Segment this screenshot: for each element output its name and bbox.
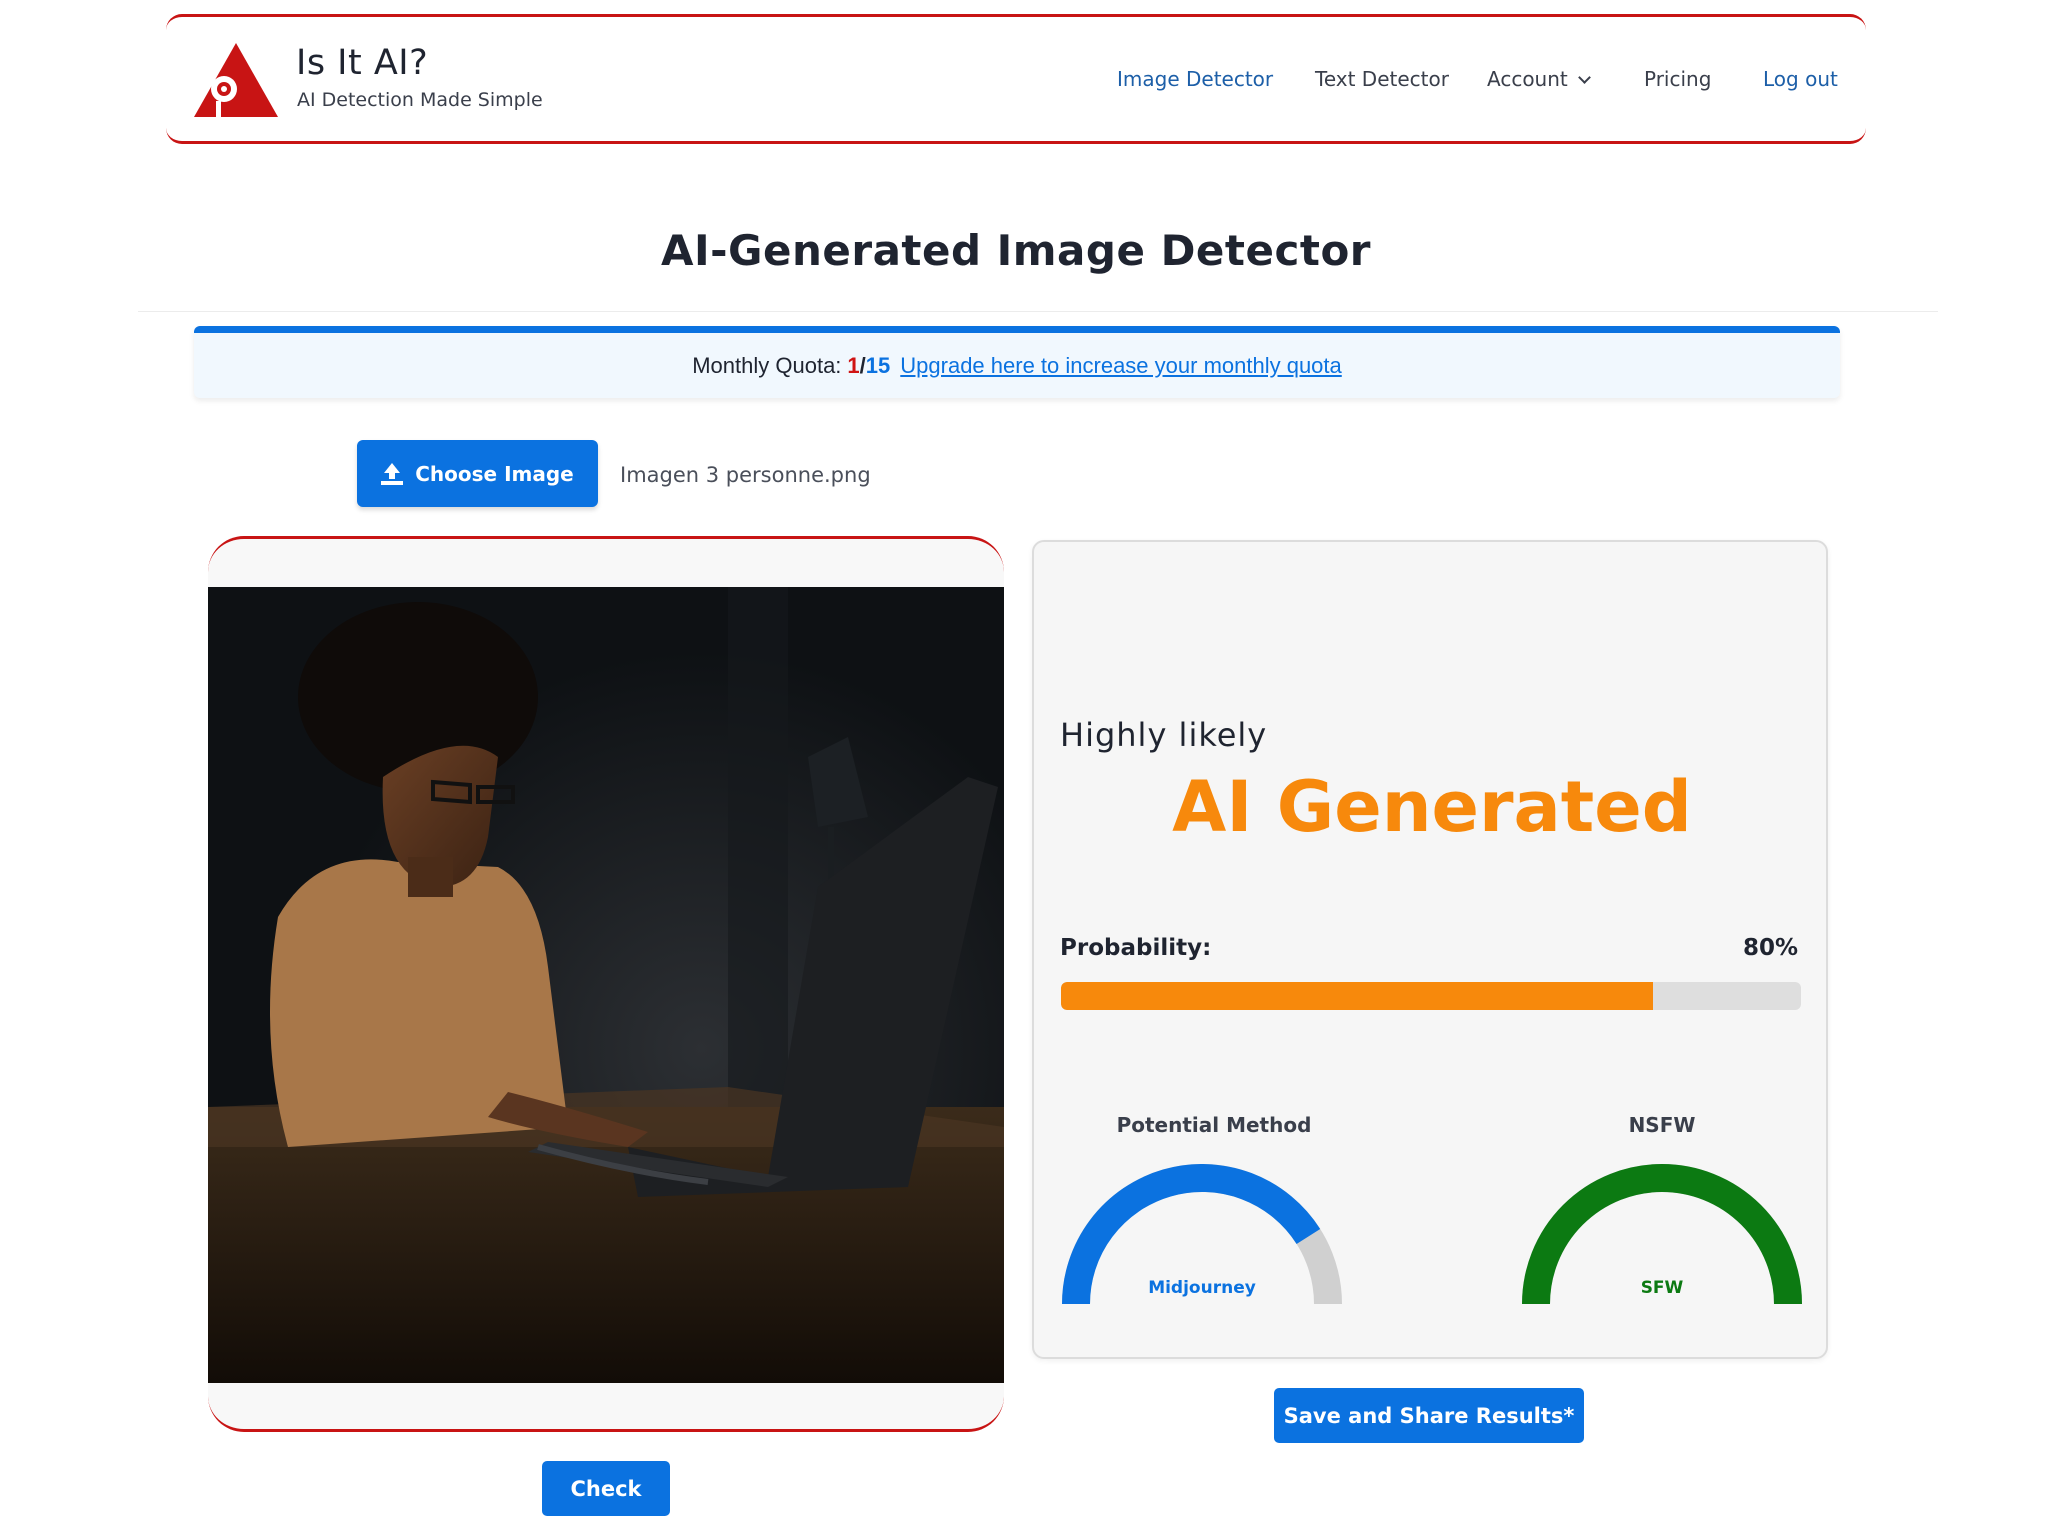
choose-image-label: Choose Image [415, 461, 574, 486]
divider [138, 311, 1938, 312]
method-gauge-value: Midjourney [1148, 1278, 1256, 1298]
nav-pricing[interactable]: Pricing [1644, 67, 1711, 91]
probability-value: 80% [1742, 935, 1798, 961]
quota-total: 15 [865, 352, 891, 378]
uploaded-image [208, 587, 1004, 1383]
quota-count: 1/15 [847, 353, 894, 379]
quota-label: Monthly Quota: [692, 352, 842, 378]
site-header: Is It AI? AI Detection Made Simple Image… [166, 14, 1866, 144]
save-and-share-button[interactable]: Save and Share Results* [1274, 1388, 1584, 1443]
brand-title[interactable]: Is It AI? [296, 43, 428, 83]
result-card: Highly likely AI Generated Probability: … [1032, 540, 1828, 1359]
nsfw-gauge-value: SFW [1640, 1278, 1684, 1298]
upload-icon [381, 462, 404, 485]
nav-account[interactable]: Account [1487, 67, 1591, 91]
quota-used: 1 [847, 352, 860, 378]
image-preview-card [208, 536, 1004, 1432]
check-button[interactable]: Check [542, 1461, 670, 1516]
choose-image-button[interactable]: Choose Image [357, 440, 598, 507]
nav-image-detector[interactable]: Image Detector [1117, 67, 1273, 91]
selected-filename: Imagen 3 personne.png [620, 463, 871, 487]
nav-account-label: Account [1487, 67, 1568, 91]
probability-bar-fill [1061, 982, 1653, 1010]
nsfw-gauge-title: NSFW [1628, 1113, 1696, 1137]
logo-icon[interactable] [194, 43, 278, 117]
chevron-down-icon [1577, 71, 1591, 84]
probability-label: Probability: [1060, 935, 1212, 961]
nav-text-detector[interactable]: Text Detector [1315, 67, 1449, 91]
probability-bar [1061, 982, 1801, 1010]
quota-separator: / [859, 352, 866, 378]
method-gauge-title: Potential Method [1116, 1113, 1312, 1137]
quota-banner: Monthly Quota: 1/15 Upgrade here to incr… [194, 326, 1840, 398]
brand-tagline: AI Detection Made Simple [297, 89, 543, 111]
upgrade-link[interactable]: Upgrade here to increase your monthly qu… [900, 353, 1341, 379]
page-title: AI-Generated Image Detector [660, 226, 1372, 275]
likelihood-text: Highly likely [1060, 716, 1268, 754]
verdict-text: AI Generated [1172, 766, 1692, 848]
nav-log-out[interactable]: Log out [1763, 67, 1838, 91]
